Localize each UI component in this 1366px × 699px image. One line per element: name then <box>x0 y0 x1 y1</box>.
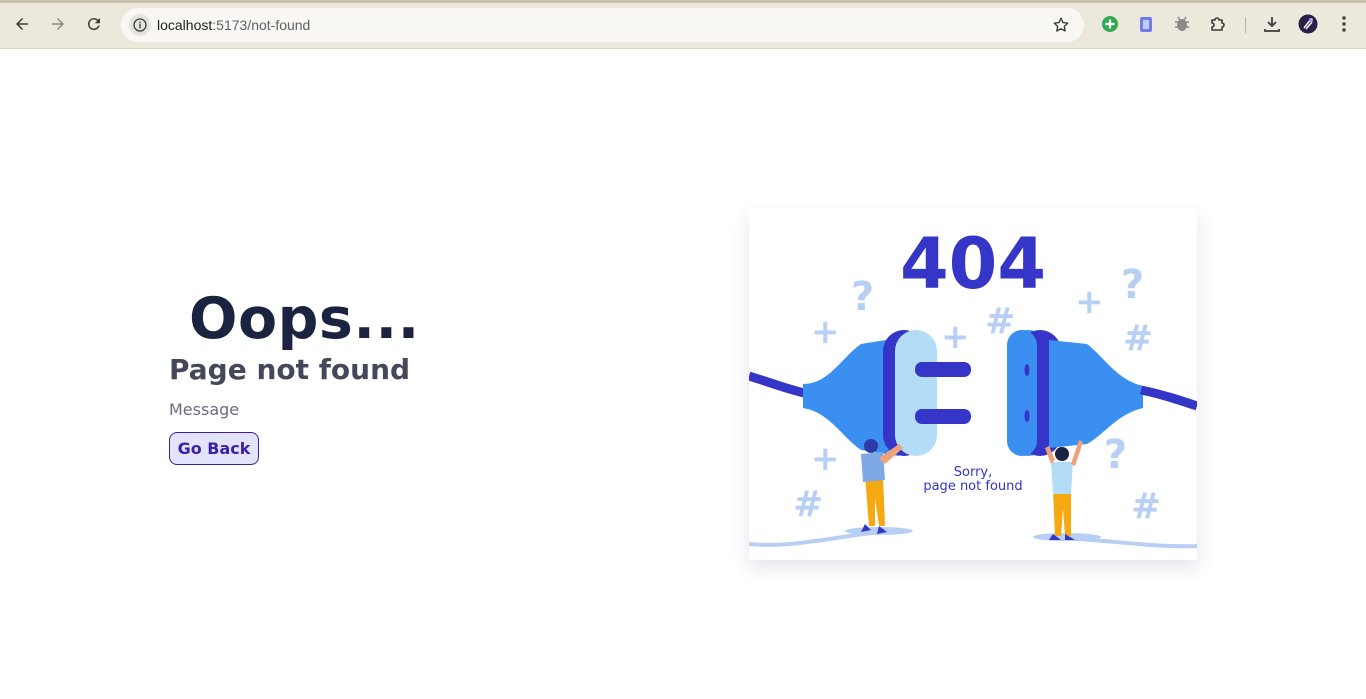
site-info-button[interactable] <box>129 14 151 36</box>
profile-button[interactable] <box>1298 14 1318 34</box>
puzzle-icon <box>1211 17 1225 31</box>
reload-icon <box>87 18 100 31</box>
extensions-button[interactable] <box>1208 14 1228 34</box>
page-subtitle: Page not found <box>169 353 411 386</box>
go-back-button[interactable]: Go Back <box>169 432 259 465</box>
svg-text:#: # <box>1123 318 1153 359</box>
arrow-right-icon <box>52 18 64 30</box>
svg-text:#: # <box>1131 486 1161 527</box>
clipboard-icon <box>1140 17 1152 32</box>
browser-menu-button[interactable] <box>1334 14 1354 34</box>
browser-toolbar: localhost:5173/not-found <box>0 0 1366 49</box>
error-code-text: 404 <box>900 223 1046 305</box>
svg-text:?: ? <box>1104 432 1127 478</box>
bug-icon <box>1175 16 1189 31</box>
download-icon <box>1264 17 1280 32</box>
plus-circle-icon <box>1102 16 1118 32</box>
toolbar-divider <box>1245 17 1246 33</box>
reload-button[interactable] <box>82 12 106 36</box>
svg-text:?: ? <box>851 274 874 320</box>
extension-clipboard[interactable] <box>1136 14 1156 34</box>
caption-line-2: page not found <box>923 479 1022 494</box>
svg-text:#: # <box>793 484 823 525</box>
svg-text:?: ? <box>1121 262 1144 308</box>
forward-button[interactable] <box>46 12 70 36</box>
caption-line-1: Sorry, <box>954 465 993 480</box>
unplugged-cable-illustration: 404 ? ? ? + + + + # # # # Sorry, page no… <box>749 223 1197 549</box>
address-bar[interactable]: localhost:5173/not-found <box>121 8 1084 42</box>
svg-text:+: + <box>811 312 840 352</box>
url-text: localhost:5173/not-found <box>157 17 310 33</box>
url-host: localhost <box>157 17 213 33</box>
svg-text:+: + <box>941 317 970 357</box>
url-path: :5173/not-found <box>212 17 311 33</box>
back-button[interactable] <box>10 12 34 36</box>
person-right <box>1045 440 1083 540</box>
svg-text:+: + <box>811 439 840 479</box>
info-icon <box>133 18 147 32</box>
star-icon[interactable] <box>1052 16 1070 34</box>
kebab-menu-icon <box>1342 16 1346 32</box>
extension-bug[interactable] <box>1172 14 1192 34</box>
error-message: Message <box>169 400 240 419</box>
page-title: Oops... <box>189 286 420 352</box>
person-left <box>861 439 903 534</box>
svg-text:+: + <box>1075 282 1104 322</box>
arrow-left-icon <box>16 18 28 30</box>
downloads-button[interactable] <box>1262 14 1282 34</box>
not-found-illustration: 404 ? ? ? + + + + # # # # Sorry, page no… <box>749 208 1197 560</box>
extension-add[interactable] <box>1100 14 1120 34</box>
avatar-icon <box>1298 14 1318 34</box>
